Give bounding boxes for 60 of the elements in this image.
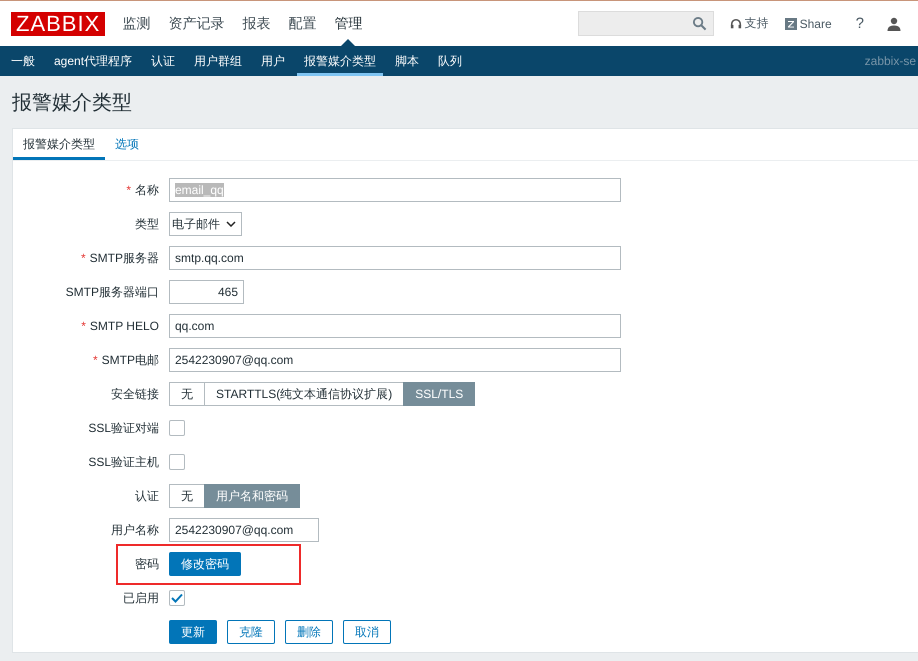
page-title: 报警媒介类型: [12, 90, 133, 116]
sub-menu-item[interactable]: 用户: [254, 46, 292, 76]
segment-option[interactable]: 无: [169, 382, 205, 406]
search-field[interactable]: [578, 11, 714, 36]
field-label: 已启用: [123, 590, 159, 606]
action-button[interactable]: 删除: [285, 620, 333, 644]
checkbox[interactable]: [169, 590, 185, 606]
menu-item[interactable]: 配置: [279, 1, 326, 46]
field-label: SMTP服务器: [90, 250, 159, 266]
support-link[interactable]: 支持: [730, 15, 769, 32]
checkbox[interactable]: [169, 454, 185, 470]
field-label: SMTP电邮: [102, 352, 159, 368]
required-mark: *: [92, 353, 98, 367]
port-field[interactable]: 465: [169, 280, 244, 304]
field-label: 密码: [135, 556, 159, 572]
action-button[interactable]: 更新: [169, 620, 217, 644]
z-icon: [784, 18, 797, 30]
server-name: zabbix-se: [864, 54, 916, 68]
menu-item[interactable]: 监测: [113, 1, 160, 46]
chevron-down-icon: [226, 221, 236, 227]
segment-option[interactable]: 无: [169, 484, 205, 508]
change-password-button[interactable]: 修改密码: [169, 552, 241, 576]
sub-menu-item[interactable]: 用户群组: [187, 46, 250, 76]
search-icon: [692, 16, 707, 31]
help-link[interactable]: ?: [856, 15, 864, 32]
text-field[interactable]: qq.com: [169, 314, 621, 338]
sub-menu-item[interactable]: 队列: [431, 46, 470, 76]
required-mark: *: [126, 183, 131, 197]
field-label: 类型: [135, 216, 159, 232]
menu-item[interactable]: 报表: [233, 1, 280, 46]
type-dropdown[interactable]: 电子邮件: [169, 212, 242, 236]
headset-icon: [730, 18, 742, 30]
field-label: SSL验证对端: [88, 420, 159, 436]
action-button[interactable]: 克隆: [227, 620, 275, 644]
sub-menu-item[interactable]: agent代理程序: [47, 46, 140, 76]
field-label: SMTP服务器端口: [66, 284, 159, 300]
segment-option[interactable]: STARTTLS(纯文本通信协议扩展): [204, 382, 404, 406]
tab[interactable]: 选项: [105, 129, 149, 160]
tab[interactable]: 报警媒介类型: [13, 129, 105, 160]
sub-menu-item[interactable]: 脚本: [388, 46, 426, 76]
action-button[interactable]: 取消: [343, 620, 391, 644]
field-label: 安全链接: [111, 386, 159, 402]
required-mark: *: [80, 251, 86, 265]
text-field[interactable]: 2542230907@qq.com: [169, 348, 621, 372]
user-icon[interactable]: [887, 16, 901, 30]
sub-menu-item[interactable]: 一般: [4, 46, 42, 76]
field-label: 名称: [135, 182, 159, 198]
menu-item[interactable]: 资产记录: [159, 1, 234, 46]
field-label: SMTP HELO: [90, 319, 159, 333]
text-field[interactable]: smtp.qq.com: [169, 246, 621, 270]
field-label: 用户名称: [111, 522, 159, 538]
share-link[interactable]: Share: [784, 16, 832, 30]
sub-menu-item[interactable]: 报警媒介类型: [297, 46, 384, 76]
zabbix-logo[interactable]: ZABBIX: [11, 12, 106, 36]
text-field[interactable]: 2542230907@qq.com: [169, 518, 319, 542]
sub-menu-item[interactable]: 认证: [144, 46, 182, 76]
checkbox[interactable]: [169, 420, 185, 436]
field-label: 认证: [135, 488, 159, 504]
field-label: SSL验证主机: [88, 454, 159, 470]
required-mark: *: [81, 319, 86, 333]
